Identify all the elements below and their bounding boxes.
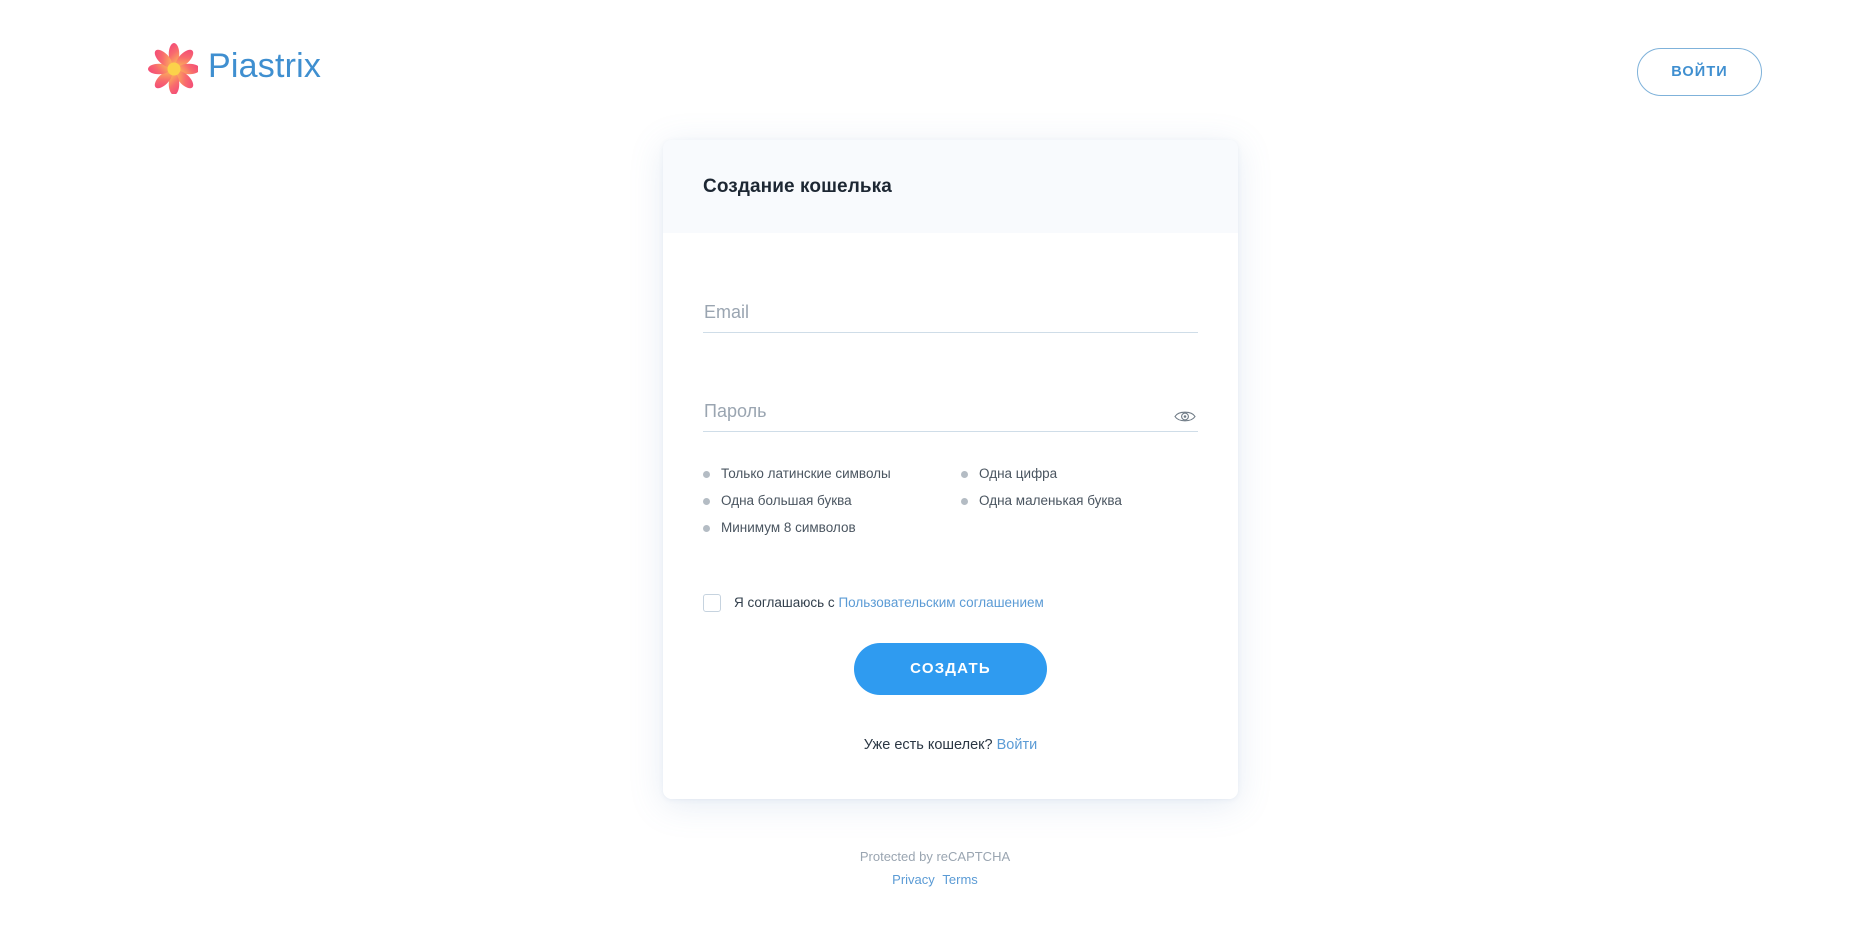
password-requirement-item: Одна большая буква: [703, 493, 961, 509]
brand-logo[interactable]: Piastrix: [148, 40, 321, 94]
password-requirement-label: Одна большая буква: [721, 493, 852, 509]
piastrix-flower-logo-icon: [148, 43, 198, 94]
page-title: Создание кошелька: [703, 175, 892, 197]
password-requirement-label: Только латинские символы: [721, 466, 891, 481]
bullet-dot-icon: [703, 470, 710, 478]
password-requirement-label: Одна цифра: [979, 466, 1058, 481]
agreement-prefix: Я соглашаюсь с: [734, 595, 835, 611]
password-requirement-item: Только латинские символы: [703, 466, 961, 482]
recaptcha-terms-link[interactable]: Terms: [942, 872, 977, 887]
header-login-button[interactable]: ВОЙТИ: [1637, 48, 1762, 96]
recaptcha-notice: Protected by reCAPTCHA Privacy Terms: [0, 848, 1870, 890]
card-header: Создание кошелька: [663, 140, 1238, 233]
password-requirement-item: Минимум 8 символов: [703, 520, 961, 536]
bullet-dot-icon: [703, 497, 710, 505]
eye-icon: [1174, 411, 1196, 421]
bullet-dot-icon: [961, 470, 968, 478]
bullet-dot-icon: [703, 524, 710, 532]
agreement-label: Я соглашаюсь с Пользовательским соглашен…: [734, 595, 1044, 610]
agreement-row: Я соглашаюсь с Пользовательским соглашен…: [703, 593, 1198, 612]
password-requirement-item: Одна цифра: [961, 466, 1198, 482]
submit-row: СОЗДАТЬ: [703, 642, 1198, 695]
password-requirement-item: Одна маленькая буква: [961, 493, 1198, 509]
registration-page: Piastrix ВОЙТИ Создание кошелька Email П…: [0, 0, 1870, 935]
site-header: Piastrix ВОЙТИ: [0, 0, 1870, 145]
bullet-dot-icon: [961, 497, 968, 505]
email-field-wrapper: [703, 277, 1198, 333]
recaptcha-privacy-link[interactable]: Privacy: [892, 872, 935, 887]
login-link[interactable]: Войти: [997, 737, 1038, 753]
card-body: Только латинские символы Одна цифра Одна…: [663, 233, 1238, 799]
password-visibility-toggle-button[interactable]: [1172, 405, 1198, 427]
recaptcha-text: Protected by reCAPTCHA: [859, 849, 1011, 864]
password-requirement-label: Минимум 8 символов: [721, 520, 856, 536]
email-input[interactable]: [703, 302, 1198, 332]
create-wallet-button[interactable]: СОЗДАТЬ: [854, 642, 1047, 695]
recaptcha-links: Privacy Terms: [0, 871, 1870, 890]
agreement-checkbox[interactable]: [703, 593, 721, 612]
registration-card: Создание кошелька Email Пароль Только ла…: [663, 140, 1238, 799]
existing-wallet-prompt: Уже есть кошелек?: [863, 736, 993, 753]
password-field-wrapper: [703, 376, 1198, 432]
user-agreement-link[interactable]: Пользовательским соглашением: [838, 595, 1043, 610]
password-requirement-label: Одна маленькая буква: [979, 493, 1122, 509]
password-input[interactable]: [703, 401, 1198, 431]
brand-name: Piastrix: [208, 46, 322, 85]
existing-wallet-row: Уже есть кошелек? Войти: [703, 737, 1198, 753]
password-requirements-list: Только латинские символы Одна цифра Одна…: [703, 466, 1198, 537]
